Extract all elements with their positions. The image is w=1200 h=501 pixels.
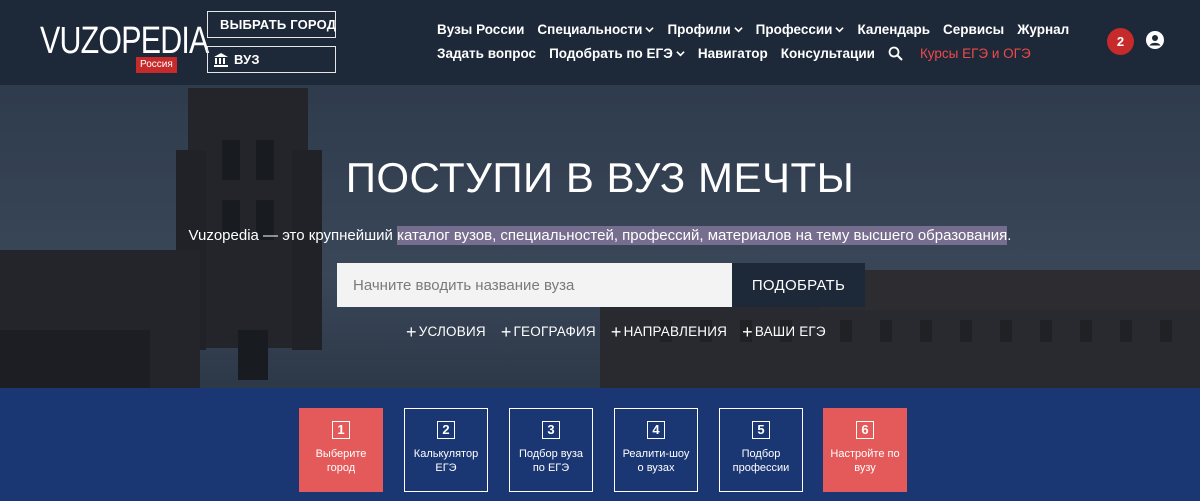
plus-icon: + (406, 321, 417, 342)
hero-subtitle-highlight: каталог вузов, специальностей, профессий… (397, 226, 1008, 245)
step-number: 3 (542, 421, 560, 439)
site-logo[interactable]: VUZOPEDIA Россия (40, 22, 209, 74)
nav-label: Вузы России (437, 22, 525, 37)
filter-your-ege[interactable]: + ВАШИ ЕГЭ (742, 321, 826, 342)
step-card-4[interactable]: 4 Реалити-шоу о вузах (614, 408, 698, 492)
step-number: 2 (437, 421, 455, 439)
main-nav-row-1: Вузы России Специальности Профили Профес… (437, 22, 1082, 37)
filter-label: УСЛОВИЯ (418, 324, 486, 339)
select-city-button[interactable]: ВЫБРАТЬ ГОРОД (207, 11, 336, 38)
step-number: 5 (752, 421, 770, 439)
step-label: Подбор профессии (732, 448, 790, 474)
nav-item-journal[interactable]: Журнал (1017, 22, 1069, 37)
notification-badge[interactable]: 2 (1107, 28, 1134, 55)
step-number: 4 (647, 421, 665, 439)
filter-directions[interactable]: + НАПРАВЛЕНИЯ (610, 321, 728, 342)
filter-label: НАПРАВЛЕНИЯ (623, 324, 728, 339)
steps-band (0, 388, 1200, 501)
nav-item-calendar[interactable]: Календарь (857, 22, 930, 37)
step-label: Настройте по вузу (830, 448, 900, 474)
nav-label: Сервисы (943, 22, 1005, 37)
chevron-down-icon (676, 51, 685, 57)
nav-label: Курсы ЕГЭ и ОГЭ (919, 46, 1031, 61)
university-icon (214, 52, 228, 67)
nav-item-specialnosti[interactable]: Специальности (537, 22, 655, 37)
nav-item-profili[interactable]: Профили (667, 22, 743, 37)
step-label: Калькулятор ЕГЭ (413, 448, 479, 474)
chevron-down-icon (645, 27, 655, 33)
vuz-button[interactable]: ВУЗ (207, 46, 336, 73)
nav-label: Профили (667, 22, 731, 37)
nav-item-vuzy[interactable]: Вузы России (437, 22, 524, 37)
nav-item-ask-question[interactable]: Задать вопрос (437, 46, 536, 61)
step-card-1[interactable]: 1 Выберите город (299, 408, 383, 492)
step-number: 1 (332, 421, 350, 439)
plus-icon: + (500, 321, 512, 342)
nav-label: Журнал (1017, 22, 1070, 37)
main-nav-row-2: Задать вопрос Подобрать по ЕГЭ Навигатор… (437, 46, 1044, 61)
user-account-icon[interactable] (1146, 31, 1164, 49)
filter-label: ВАШИ ЕГЭ (754, 324, 826, 339)
vuz-search-input[interactable] (337, 263, 732, 307)
plus-icon: + (742, 321, 753, 342)
hero-subtitle: Vuzopedia — это крупнейший каталог вузов… (0, 226, 1200, 245)
nav-item-services[interactable]: Сервисы (943, 22, 1004, 37)
hero-subtitle-end: . (1007, 227, 1012, 244)
logo-text: VUZOPEDIA (40, 20, 209, 62)
hero-title: ПОСТУПИ В ВУЗ МЕЧТЫ (345, 154, 855, 201)
search-submit-button[interactable]: ПОДОБРАТЬ (732, 263, 865, 307)
select-city-label: ВЫБРАТЬ ГОРОД (220, 17, 337, 32)
nav-item-ege-match[interactable]: Подобрать по ЕГЭ (549, 46, 685, 61)
nav-label: Профессии (755, 22, 833, 37)
step-card-5[interactable]: 5 Подбор профессии (719, 408, 803, 492)
logo-country-badge: Россия (136, 57, 177, 73)
hero-subtitle-plain: Vuzopedia — это крупнейший (188, 227, 398, 244)
search-icon (888, 46, 903, 61)
nav-item-courses[interactable]: Курсы ЕГЭ и ОГЭ (920, 46, 1031, 61)
step-label: Выберите город (315, 448, 367, 474)
nav-label: Задать вопрос (437, 46, 537, 61)
nav-item-consultations[interactable]: Консультации (781, 46, 875, 61)
plus-icon: + (610, 321, 622, 342)
step-label: Реалити-шоу о вузах (622, 448, 690, 474)
step-card-2[interactable]: 2 Калькулятор ЕГЭ (404, 408, 488, 492)
nav-label: Календарь (857, 22, 931, 37)
nav-label: Специальности (537, 22, 643, 37)
step-number: 6 (856, 421, 874, 439)
vuz-label: ВУЗ (234, 52, 260, 67)
filter-conditions[interactable]: + УСЛОВИЯ (406, 321, 486, 342)
filter-label: ГЕОГРАФИЯ (513, 324, 596, 339)
nav-label: Навигатор (697, 46, 768, 61)
site-header: VUZOPEDIA Россия ВЫБРАТЬ ГОРОД ВУЗ Вузы … (0, 0, 1200, 85)
step-card-3[interactable]: 3 Подбор вуза по ЕГЭ (509, 408, 593, 492)
nav-item-navigator[interactable]: Навигатор (698, 46, 768, 61)
filter-geography[interactable]: + ГЕОГРАФИЯ (500, 321, 596, 342)
step-card-6[interactable]: 6 Настройте по вузу (823, 408, 907, 492)
chevron-down-icon (733, 27, 743, 33)
nav-item-professii[interactable]: Профессии (756, 22, 845, 37)
nav-label: Консультации (780, 46, 875, 61)
search-filters: + УСЛОВИЯ + ГЕОГРАФИЯ + НАПРАВЛЕНИЯ + ВАШИ Е… (406, 321, 826, 342)
step-label: Подбор вуза по ЕГЭ (518, 448, 584, 474)
nav-search-button[interactable] (888, 46, 903, 61)
nav-label: Подобрать по ЕГЭ (549, 46, 673, 61)
chevron-down-icon (835, 27, 845, 33)
